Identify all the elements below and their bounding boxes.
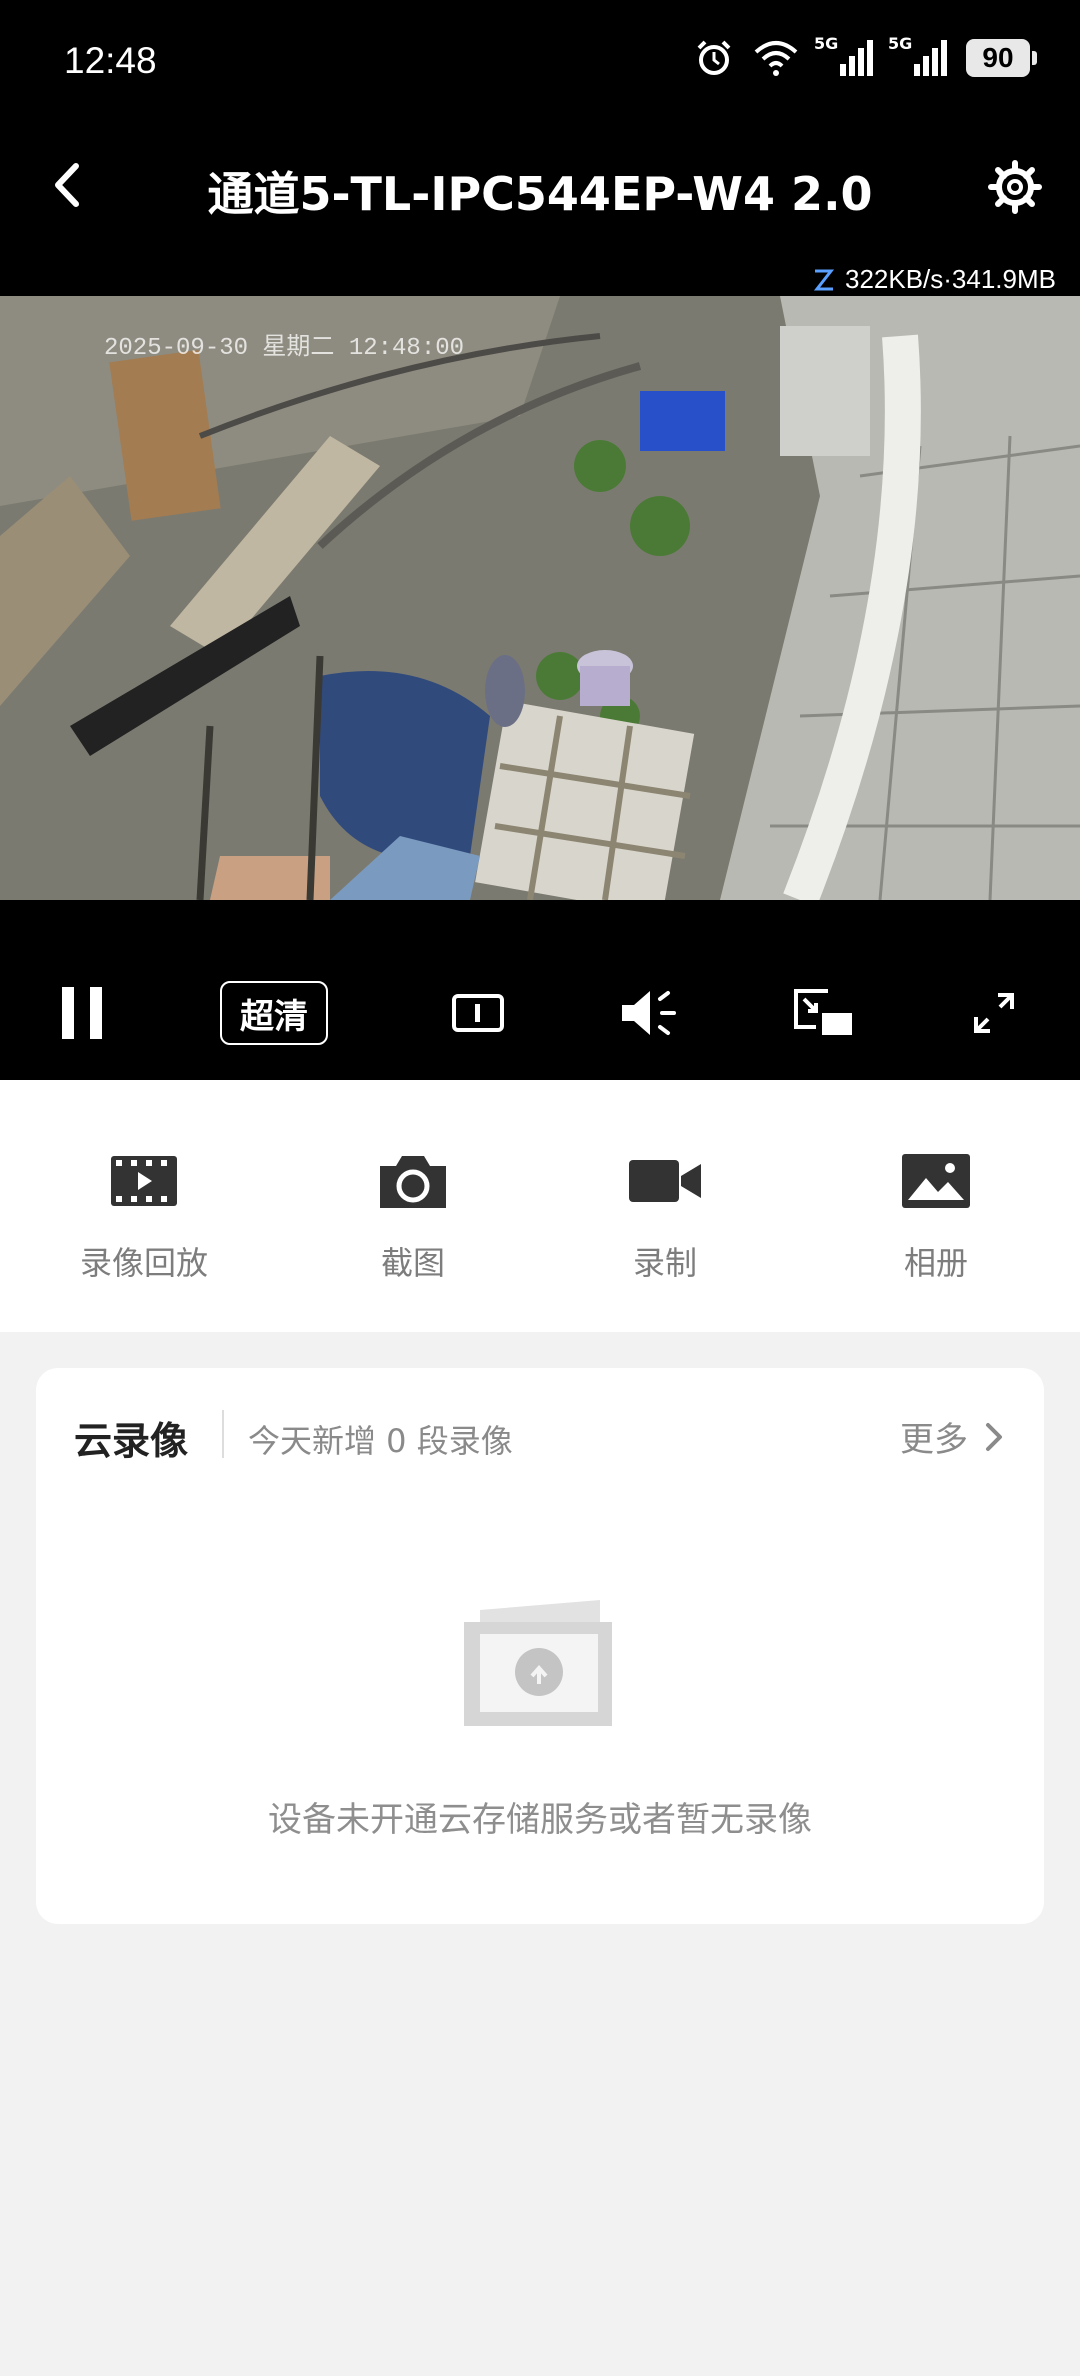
more-link[interactable]: 更多 bbox=[900, 1412, 1004, 1461]
video-timestamp-overlay: 2025-09-30 星期二 12:48:00 bbox=[104, 335, 465, 362]
quality-button[interactable]: 超清 bbox=[220, 978, 328, 1048]
wifi-icon bbox=[754, 41, 798, 76]
speaker-muted-icon bbox=[622, 991, 676, 1035]
fullscreen-button[interactable] bbox=[962, 978, 1026, 1048]
back-button[interactable] bbox=[36, 150, 96, 220]
playback-action[interactable]: 录像回放 bbox=[44, 1146, 244, 1284]
page-title: 通道5-TL-IPC544EP-W4 2.0 bbox=[207, 167, 873, 221]
playback-label: 录像回放 bbox=[79, 1244, 208, 1282]
cloud-recording-subtitle: 今天新增 0 段录像 bbox=[248, 1422, 513, 1460]
pause-icon bbox=[62, 987, 102, 1039]
info-box-icon bbox=[452, 994, 504, 1032]
mute-button[interactable] bbox=[614, 978, 686, 1048]
picture-in-picture-icon bbox=[794, 989, 852, 1035]
empty-state-text: 设备未开通云存储服务或者暂无录像 bbox=[268, 1800, 812, 1840]
quality-label: 超清 bbox=[220, 981, 328, 1045]
live-view-area: 12:48 5G 5G 90 通道5-TL-IPC544EP-W4 2.0 32… bbox=[0, 0, 1080, 1080]
record-label: 录制 bbox=[632, 1244, 697, 1282]
chevron-right-icon bbox=[986, 1422, 1002, 1451]
camera-video-feed[interactable]: 2025-09-30 星期二 12:48:00 bbox=[0, 296, 1080, 900]
cloud-recording-title: 云录像 bbox=[74, 1419, 189, 1463]
picture-in-picture-button[interactable] bbox=[788, 978, 860, 1048]
album-action[interactable]: 相册 bbox=[836, 1146, 1036, 1284]
settings-button[interactable] bbox=[980, 152, 1050, 222]
screenshot-action[interactable]: 截图 bbox=[313, 1146, 513, 1284]
film-icon bbox=[111, 1156, 177, 1206]
chevron-left-icon bbox=[55, 163, 79, 207]
fullscreen-icon bbox=[974, 993, 1014, 1033]
player-controls: 超清 bbox=[0, 960, 1080, 1070]
stream-stats-text: 322KB/s·341.9MB bbox=[844, 264, 1056, 294]
bandwidth-icon bbox=[813, 269, 835, 290]
empty-cloud-illustration bbox=[464, 1600, 612, 1726]
pause-button[interactable] bbox=[44, 978, 120, 1048]
record-action[interactable]: 录制 bbox=[565, 1146, 765, 1284]
camera-icon bbox=[380, 1156, 446, 1208]
camera-scene-image bbox=[0, 296, 1080, 900]
status-bar: 12:48 5G 5G 90 bbox=[0, 0, 1080, 130]
status-icons: 5G 5G 90 bbox=[694, 34, 1037, 78]
info-display-button[interactable] bbox=[446, 978, 510, 1048]
title-divider bbox=[222, 1410, 224, 1458]
gear-icon bbox=[988, 160, 1042, 214]
alarm-icon bbox=[697, 40, 731, 75]
album-label: 相册 bbox=[903, 1244, 968, 1282]
album-icon bbox=[902, 1154, 970, 1208]
signal-sim1-icon: 5G bbox=[814, 34, 874, 78]
quick-actions: 录像回放 截图 录制 相册 bbox=[0, 1080, 1080, 1332]
title-bar: 通道5-TL-IPC544EP-W4 2.0 bbox=[0, 130, 1080, 240]
status-time: 12:48 bbox=[64, 40, 157, 81]
screenshot-label: 截图 bbox=[380, 1244, 445, 1282]
signal-sim2-icon: 5G bbox=[888, 34, 948, 78]
stream-stats: 322KB/s·341.9MB bbox=[811, 264, 1056, 295]
more-label: 更多 bbox=[900, 1420, 968, 1460]
cloud-recording-card: 云录像 今天新增 0 段录像 更多 设备未开通云存储服务或者暂无录像 bbox=[36, 1368, 1044, 1924]
video-record-icon bbox=[629, 1160, 701, 1202]
battery-indicator: 90 bbox=[966, 39, 1037, 77]
